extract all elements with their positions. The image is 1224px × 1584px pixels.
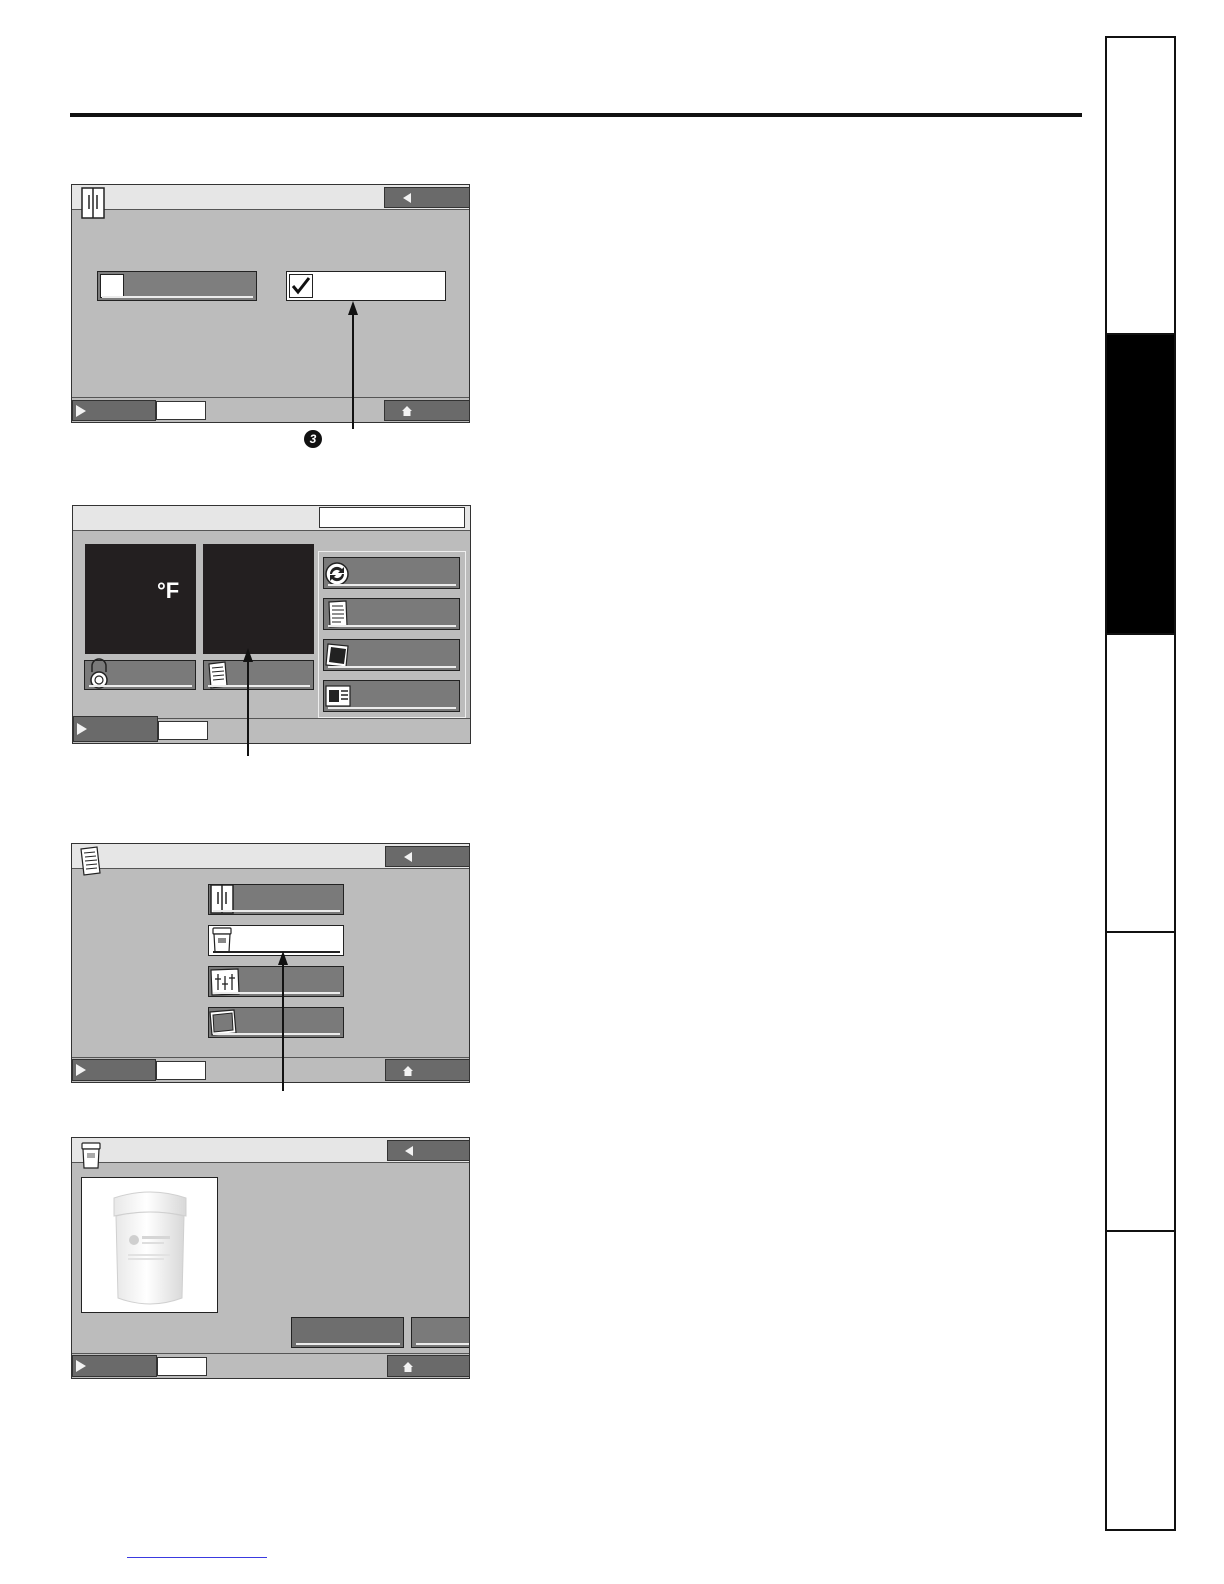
- freezer-temp-panel[interactable]: °F: [85, 544, 196, 654]
- lock-icon: [90, 658, 108, 689]
- footer-bar: [72, 1353, 469, 1378]
- water-filter-icon: [81, 1142, 101, 1169]
- fridge-settings-button[interactable]: [208, 884, 344, 915]
- checkmark-icon: [291, 277, 311, 295]
- play-icon: [77, 723, 87, 735]
- footer-field: [157, 1357, 207, 1376]
- screen-icon: [209, 1009, 237, 1036]
- home-icon: [403, 1066, 413, 1076]
- footer-field: [156, 1061, 206, 1080]
- home-button[interactable]: [387, 1355, 469, 1377]
- smartwater-filter-image: [113, 1191, 187, 1305]
- water-filter-button[interactable]: [208, 925, 344, 956]
- play-icon: [76, 405, 86, 417]
- lock-button[interactable]: [84, 658, 196, 690]
- footer-bar: [72, 397, 469, 422]
- home-button[interactable]: [385, 1059, 469, 1081]
- photo-button[interactable]: [323, 639, 460, 671]
- play-button[interactable]: [73, 716, 158, 742]
- adjust-button[interactable]: [208, 966, 344, 997]
- footer-field: [158, 721, 208, 740]
- side-menu-panel: [318, 551, 466, 718]
- adjust-icon: [210, 968, 240, 996]
- footer-field: [156, 401, 206, 420]
- pointer-line: [247, 660, 249, 756]
- home-icon: [403, 1362, 413, 1372]
- back-button[interactable]: [385, 846, 469, 867]
- freezer-temp-unit: °F: [157, 578, 180, 603]
- photo-icon: [325, 643, 349, 668]
- play-icon: [76, 1064, 86, 1076]
- display-icon: [325, 685, 351, 707]
- section-tab-5[interactable]: [1107, 1232, 1174, 1529]
- footer-bar: [72, 1057, 469, 1082]
- fresh-food-temp-panel[interactable]: [203, 544, 314, 654]
- notes-button[interactable]: [323, 598, 460, 630]
- reset-filter-button[interactable]: [291, 1317, 404, 1348]
- play-button[interactable]: [72, 1059, 156, 1081]
- water-filter-icon: [212, 927, 232, 953]
- section-tab-4[interactable]: [1107, 933, 1174, 1232]
- refresh-icon: [325, 562, 349, 586]
- settings-menu-screen: [71, 843, 470, 1083]
- refresh-button[interactable]: [323, 557, 460, 589]
- checkbox-unchecked[interactable]: [100, 274, 124, 298]
- water-filter-setting-screen: [71, 184, 470, 423]
- settings-button[interactable]: [203, 660, 314, 690]
- footer-bar: [73, 716, 470, 743]
- play-button[interactable]: [72, 1355, 157, 1377]
- step-callout: 3: [304, 430, 322, 448]
- pointer-line: [282, 963, 284, 1091]
- screen-settings-button[interactable]: [208, 1007, 344, 1038]
- settings-notes-icon: [208, 661, 228, 689]
- status-field: [319, 507, 465, 528]
- display-button[interactable]: [323, 680, 460, 712]
- section-tab-2-active[interactable]: [1107, 335, 1174, 635]
- section-tab-3[interactable]: [1107, 635, 1174, 933]
- home-icon: [402, 406, 412, 416]
- back-arrow-icon: [403, 193, 411, 203]
- link-underline: [127, 1557, 267, 1558]
- fridge-icon: [210, 884, 234, 914]
- water-filter-info-screen: [71, 1137, 470, 1379]
- home-button[interactable]: [384, 400, 469, 421]
- back-arrow-icon: [404, 852, 412, 862]
- back-button[interactable]: [387, 1140, 469, 1161]
- order-filter-button[interactable]: [411, 1317, 469, 1348]
- option-button-2[interactable]: [286, 271, 446, 301]
- product-image-frame: [81, 1177, 218, 1313]
- notes-icon: [328, 600, 348, 628]
- checkbox-checked[interactable]: [289, 274, 313, 298]
- home-screen: °F: [72, 505, 471, 744]
- notes-icon: [80, 846, 101, 876]
- back-button[interactable]: [384, 187, 469, 208]
- play-button[interactable]: [72, 400, 156, 421]
- back-arrow-icon: [405, 1146, 413, 1156]
- option-button-1[interactable]: [97, 271, 257, 301]
- header-rule: [70, 113, 1082, 117]
- play-icon: [76, 1360, 86, 1372]
- section-tabs: [1105, 36, 1176, 1531]
- section-tab-1[interactable]: [1107, 38, 1174, 335]
- pointer-line: [352, 313, 354, 429]
- fridge-icon: [81, 187, 105, 219]
